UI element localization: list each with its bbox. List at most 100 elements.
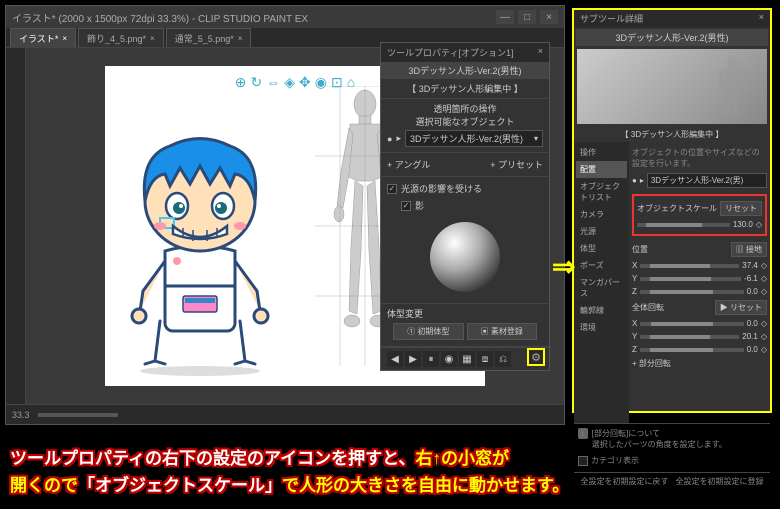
tutorial-caption: ツールプロパティの右下の設定のアイコンを押すと、右↑の小窓が 開くので「オブジェ… [10, 445, 770, 499]
rz-value[interactable]: 0.0 [747, 345, 758, 354]
scale-icon[interactable]: ⇔ [266, 74, 280, 91]
sidebar-item-operation[interactable]: 操作 [576, 144, 627, 161]
scale-slider[interactable] [637, 223, 730, 227]
pause-icon[interactable]: ⏸ [423, 351, 439, 367]
rotation-reset-button[interactable]: ▶ リセット [715, 300, 767, 315]
panel-heading: 3Dデッサン人形-Ver.2(男性) [381, 62, 549, 79]
body-change-label: 体型変更 [387, 307, 543, 320]
3d-preview[interactable] [577, 49, 767, 124]
z-value[interactable]: 0.0 [747, 287, 758, 296]
sidebar-item-pose[interactable]: ポーズ [576, 257, 627, 274]
object-scale-highlight: オブジェクトスケール リセット 130.0◇ [632, 194, 767, 236]
close-icon[interactable]: × [150, 34, 155, 43]
section-transparent-label: 透明箇所の操作 [387, 102, 543, 115]
pan-icon[interactable]: ✥ [299, 74, 311, 91]
sidebar-item-placement[interactable]: 配置 [576, 161, 627, 178]
chevron-down-icon: ▾ [534, 134, 538, 143]
object-dropdown[interactable]: 3Dデッサン人形-Ver.2(男) [647, 173, 767, 188]
edit-mode-label: 【 3Dデッサン人形編集中 】 [574, 127, 770, 142]
light-preview[interactable] [387, 214, 543, 300]
left-tool-strip[interactable] [6, 48, 26, 404]
ground-button[interactable]: ▥ 接地 [731, 242, 767, 257]
register-material-button[interactable]: ▣ 素材登録 [467, 323, 538, 340]
section-selectable-label: 選択可能なオブジェクト [387, 115, 543, 128]
close-icon[interactable]: × [62, 34, 67, 43]
tab-tsujo[interactable]: 通常_5_5.png*× [166, 28, 252, 47]
angle-expand[interactable]: + アングル [387, 158, 430, 171]
category-sidebar: 操作 配置 オブジェクトリスト カメラ 光源 体型 ポーズ マンガパース 輪郭線… [574, 142, 629, 423]
sidebar-item-body[interactable]: 体型 [576, 240, 627, 257]
scale-value[interactable]: 130.0 [733, 220, 753, 229]
rz-label: Z [632, 345, 637, 354]
close-icon[interactable]: × [759, 12, 764, 25]
tab-kazari[interactable]: 飾り_4_5.png*× [78, 28, 164, 47]
tab-illustration[interactable]: イラスト*× [10, 28, 76, 47]
minimize-button[interactable]: — [496, 10, 514, 24]
panel-titlebar[interactable]: ツールプロパティ[オプション1]× [381, 43, 549, 62]
camera-icon[interactable]: ◈ [284, 74, 295, 91]
subtool-heading: 3Dデッサン人形-Ver.2(男性) [576, 29, 768, 46]
wrench-icon[interactable]: ⎌ [495, 351, 511, 367]
x-slider[interactable] [640, 264, 739, 268]
rx-slider[interactable] [640, 322, 743, 326]
rx-value[interactable]: 0.0 [747, 319, 758, 328]
shadow-checkbox[interactable]: ✓ [401, 201, 411, 211]
sidebar-item-manga[interactable]: マンガパース [576, 274, 627, 302]
zoom-value[interactable]: 33.3 [12, 410, 30, 420]
y-value[interactable]: -6.1 [744, 274, 758, 283]
zoom-slider[interactable] [38, 413, 118, 417]
window-controls: — □ × [496, 10, 558, 24]
sidebar-item-env[interactable]: 環境 [576, 319, 627, 336]
status-bar: 33.3 [6, 404, 564, 424]
partial-rotation-expand[interactable]: + 部分回転 [632, 358, 671, 369]
next-icon[interactable]: ▶ [405, 351, 421, 367]
sidebar-item-objectlist[interactable]: オブジェクトリスト [576, 178, 627, 206]
cartoon-character [115, 126, 285, 376]
maximize-button[interactable]: □ [518, 10, 536, 24]
titlebar: イラスト* (2000 x 1500px 72dpi 33.3%) - CLIP… [6, 6, 564, 28]
z-label: Z [632, 287, 637, 296]
reset-icon[interactable]: ⌂ [347, 74, 355, 91]
light-checkbox[interactable]: ✓ [387, 184, 397, 194]
ry-value[interactable]: 20.1 [742, 332, 758, 341]
preset-expand[interactable]: + プリセット [490, 158, 543, 171]
box-icon[interactable]: ⧈ [477, 351, 493, 367]
z-slider[interactable] [640, 290, 744, 294]
move-icon[interactable]: ⊕ [235, 74, 247, 91]
subtool-titlebar[interactable]: サブツール詳細 × [574, 10, 770, 27]
visibility-icon[interactable]: ● [632, 176, 637, 185]
light-label: 光源の影響を受ける [401, 182, 482, 195]
orbit-icon[interactable]: ◉ [315, 74, 327, 91]
rotate-icon[interactable]: ↻ [251, 74, 263, 91]
rx-label: X [632, 319, 637, 328]
init-body-button[interactable]: ① 初期体型 [393, 323, 464, 340]
sidebar-item-outline[interactable]: 輪郭線 [576, 302, 627, 319]
stepper-icon[interactable]: ◇ [756, 220, 762, 229]
close-button[interactable]: × [540, 10, 558, 24]
subtool-content: オブジェクトの位置やサイズなどの設定を行います。 ● ▸ 3Dデッサン人形-Ve… [629, 142, 770, 423]
ry-slider[interactable] [640, 335, 739, 339]
record-icon[interactable]: ◉ [441, 351, 457, 367]
grid-icon[interactable]: ▦ [459, 351, 475, 367]
sidebar-item-light[interactable]: 光源 [576, 223, 627, 240]
tool-property-panel: ツールプロパティ[オプション1]× 3Dデッサン人形-Ver.2(男性) 【 3… [380, 42, 550, 371]
rz-slider[interactable] [640, 348, 744, 352]
y-slider[interactable] [640, 277, 741, 281]
info-icon: i [578, 428, 588, 439]
prev-icon[interactable]: ◀ [387, 351, 403, 367]
close-icon[interactable]: × [538, 46, 543, 59]
sidebar-item-camera[interactable]: カメラ [576, 206, 627, 223]
subtool-detail-window: サブツール詳細 × 3Dデッサン人形-Ver.2(男性) 【 3Dデッサン人形編… [572, 8, 772, 413]
ry-label: Y [632, 332, 637, 341]
rotation-label: 全体回転 [632, 302, 664, 313]
settings-gear-icon[interactable]: ⚙ [527, 348, 545, 366]
zoom-icon[interactable]: ⊡ [331, 74, 343, 91]
scale-reset-button[interactable]: リセット [720, 201, 762, 216]
object-scale-label: オブジェクトスケール [637, 203, 717, 214]
visibility-icon[interactable]: ● [387, 134, 392, 144]
folder-icon: ▸ [396, 133, 401, 144]
x-value[interactable]: 37.4 [742, 261, 758, 270]
close-icon[interactable]: × [238, 34, 243, 43]
3d-manipulator-icons[interactable]: ⊕ ↻ ⇔ ◈ ✥ ◉ ⊡ ⌂ [235, 74, 355, 91]
object-dropdown[interactable]: 3Dデッサン人形-Ver.2(男性)▾ [405, 130, 543, 147]
